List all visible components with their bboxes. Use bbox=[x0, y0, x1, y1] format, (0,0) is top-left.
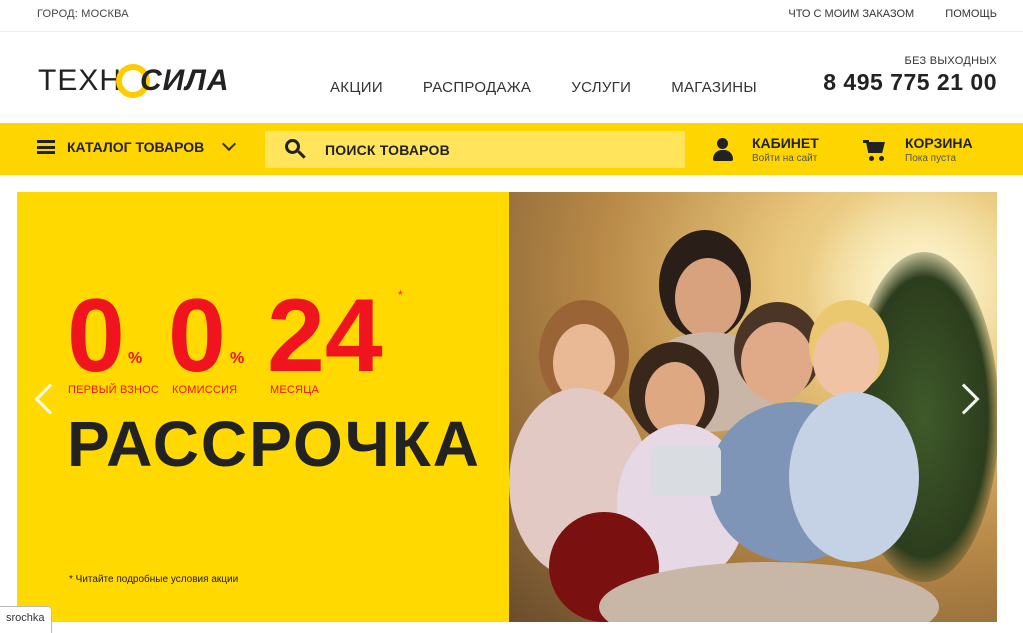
months-label: МЕСЯЦА bbox=[270, 384, 320, 396]
search-input[interactable]: ПОИСК ТОВАРОВ bbox=[265, 131, 685, 168]
main-nav: АКЦИИ РАСПРОДАЖА УСЛУГИ МАГАЗИНЫ bbox=[330, 79, 797, 96]
nav-item-sale[interactable]: РАСПРОДАЖА bbox=[423, 79, 531, 96]
status-url-tooltip: srochka bbox=[0, 606, 52, 633]
promo-banner[interactable]: 0 % ПЕРВЫЙ ВЗНОС 0 % КОМИССИЯ 24 * МЕСЯЦ… bbox=[17, 192, 997, 622]
cart-title: КОРЗИНА bbox=[905, 135, 973, 151]
user-icon bbox=[713, 138, 733, 164]
commission-unit: % bbox=[230, 350, 245, 367]
months-value: 24 bbox=[267, 278, 383, 394]
logo-text-part2: СИЛА bbox=[140, 64, 230, 97]
order-status-link[interactable]: ЧТО С МОИМ ЗАКАЗОМ bbox=[788, 8, 914, 20]
terms-asterisk: * bbox=[398, 288, 403, 302]
banner-footnote[interactable]: * Читайте подробные условия акции bbox=[69, 574, 238, 585]
site-logo[interactable]: ТЕХН СИЛА bbox=[38, 63, 230, 99]
cart-subtitle: Пока пуста bbox=[905, 153, 957, 164]
nav-item-stores[interactable]: МАГАЗИНЫ bbox=[671, 79, 757, 96]
first-payment-value: 0 bbox=[67, 278, 125, 394]
catalog-label: КАТАЛОГ ТОВАРОВ bbox=[67, 139, 205, 155]
banner-text-panel: 0 % ПЕРВЫЙ ВЗНОС 0 % КОМИССИЯ 24 * МЕСЯЦ… bbox=[17, 192, 509, 622]
logo-text-part1: ТЕХН bbox=[38, 64, 123, 97]
catalog-search-bar: КАТАЛОГ ТОВАРОВ ПОИСК ТОВАРОВ КАБИНЕТ Во… bbox=[0, 123, 1023, 175]
cabinet-button[interactable]: КАБИНЕТ Войти на сайт bbox=[713, 135, 819, 164]
cart-button[interactable]: КОРЗИНА Пока пуста bbox=[863, 135, 973, 164]
phone-note: БЕЗ ВЫХОДНЫХ bbox=[904, 55, 997, 67]
banner-headline: РАССРОЧКА bbox=[67, 408, 481, 480]
top-utility-bar: ГОРОД: МОСКВА ЧТО С МОИМ ЗАКАЗОМ ПОМОЩЬ bbox=[0, 0, 1023, 32]
cart-icon bbox=[863, 138, 887, 162]
family-photo bbox=[509, 192, 997, 622]
catalog-button[interactable]: КАТАЛОГ ТОВАРОВ bbox=[37, 136, 237, 155]
help-link[interactable]: ПОМОЩЬ bbox=[945, 8, 997, 20]
top-links: ЧТО С МОИМ ЗАКАЗОМ ПОМОЩЬ bbox=[760, 8, 997, 20]
cabinet-title: КАБИНЕТ bbox=[752, 135, 819, 151]
commission-label: КОМИССИЯ bbox=[172, 384, 238, 396]
contact-box: БЕЗ ВЫХОДНЫХ 8 495 775 21 00 bbox=[823, 55, 997, 96]
chevron-down-icon bbox=[222, 136, 237, 152]
cabinet-subtitle: Войти на сайт bbox=[752, 153, 818, 164]
first-payment-unit: % bbox=[128, 350, 143, 367]
site-header: ТЕХН СИЛА АКЦИИ РАСПРОДАЖА УСЛУГИ МАГАЗИ… bbox=[0, 33, 1023, 123]
first-payment-label: ПЕРВЫЙ ВЗНОС bbox=[68, 384, 160, 396]
menu-icon bbox=[37, 140, 55, 154]
commission-value: 0 bbox=[168, 278, 226, 394]
city-selector[interactable]: ГОРОД: МОСКВА bbox=[37, 8, 129, 20]
search-placeholder: ПОИСК ТОВАРОВ bbox=[325, 141, 450, 158]
nav-item-services[interactable]: УСЛУГИ bbox=[571, 79, 631, 96]
phone-number[interactable]: 8 495 775 21 00 bbox=[823, 69, 997, 96]
search-icon bbox=[285, 138, 307, 161]
nav-item-promotions[interactable]: АКЦИИ bbox=[330, 79, 383, 96]
